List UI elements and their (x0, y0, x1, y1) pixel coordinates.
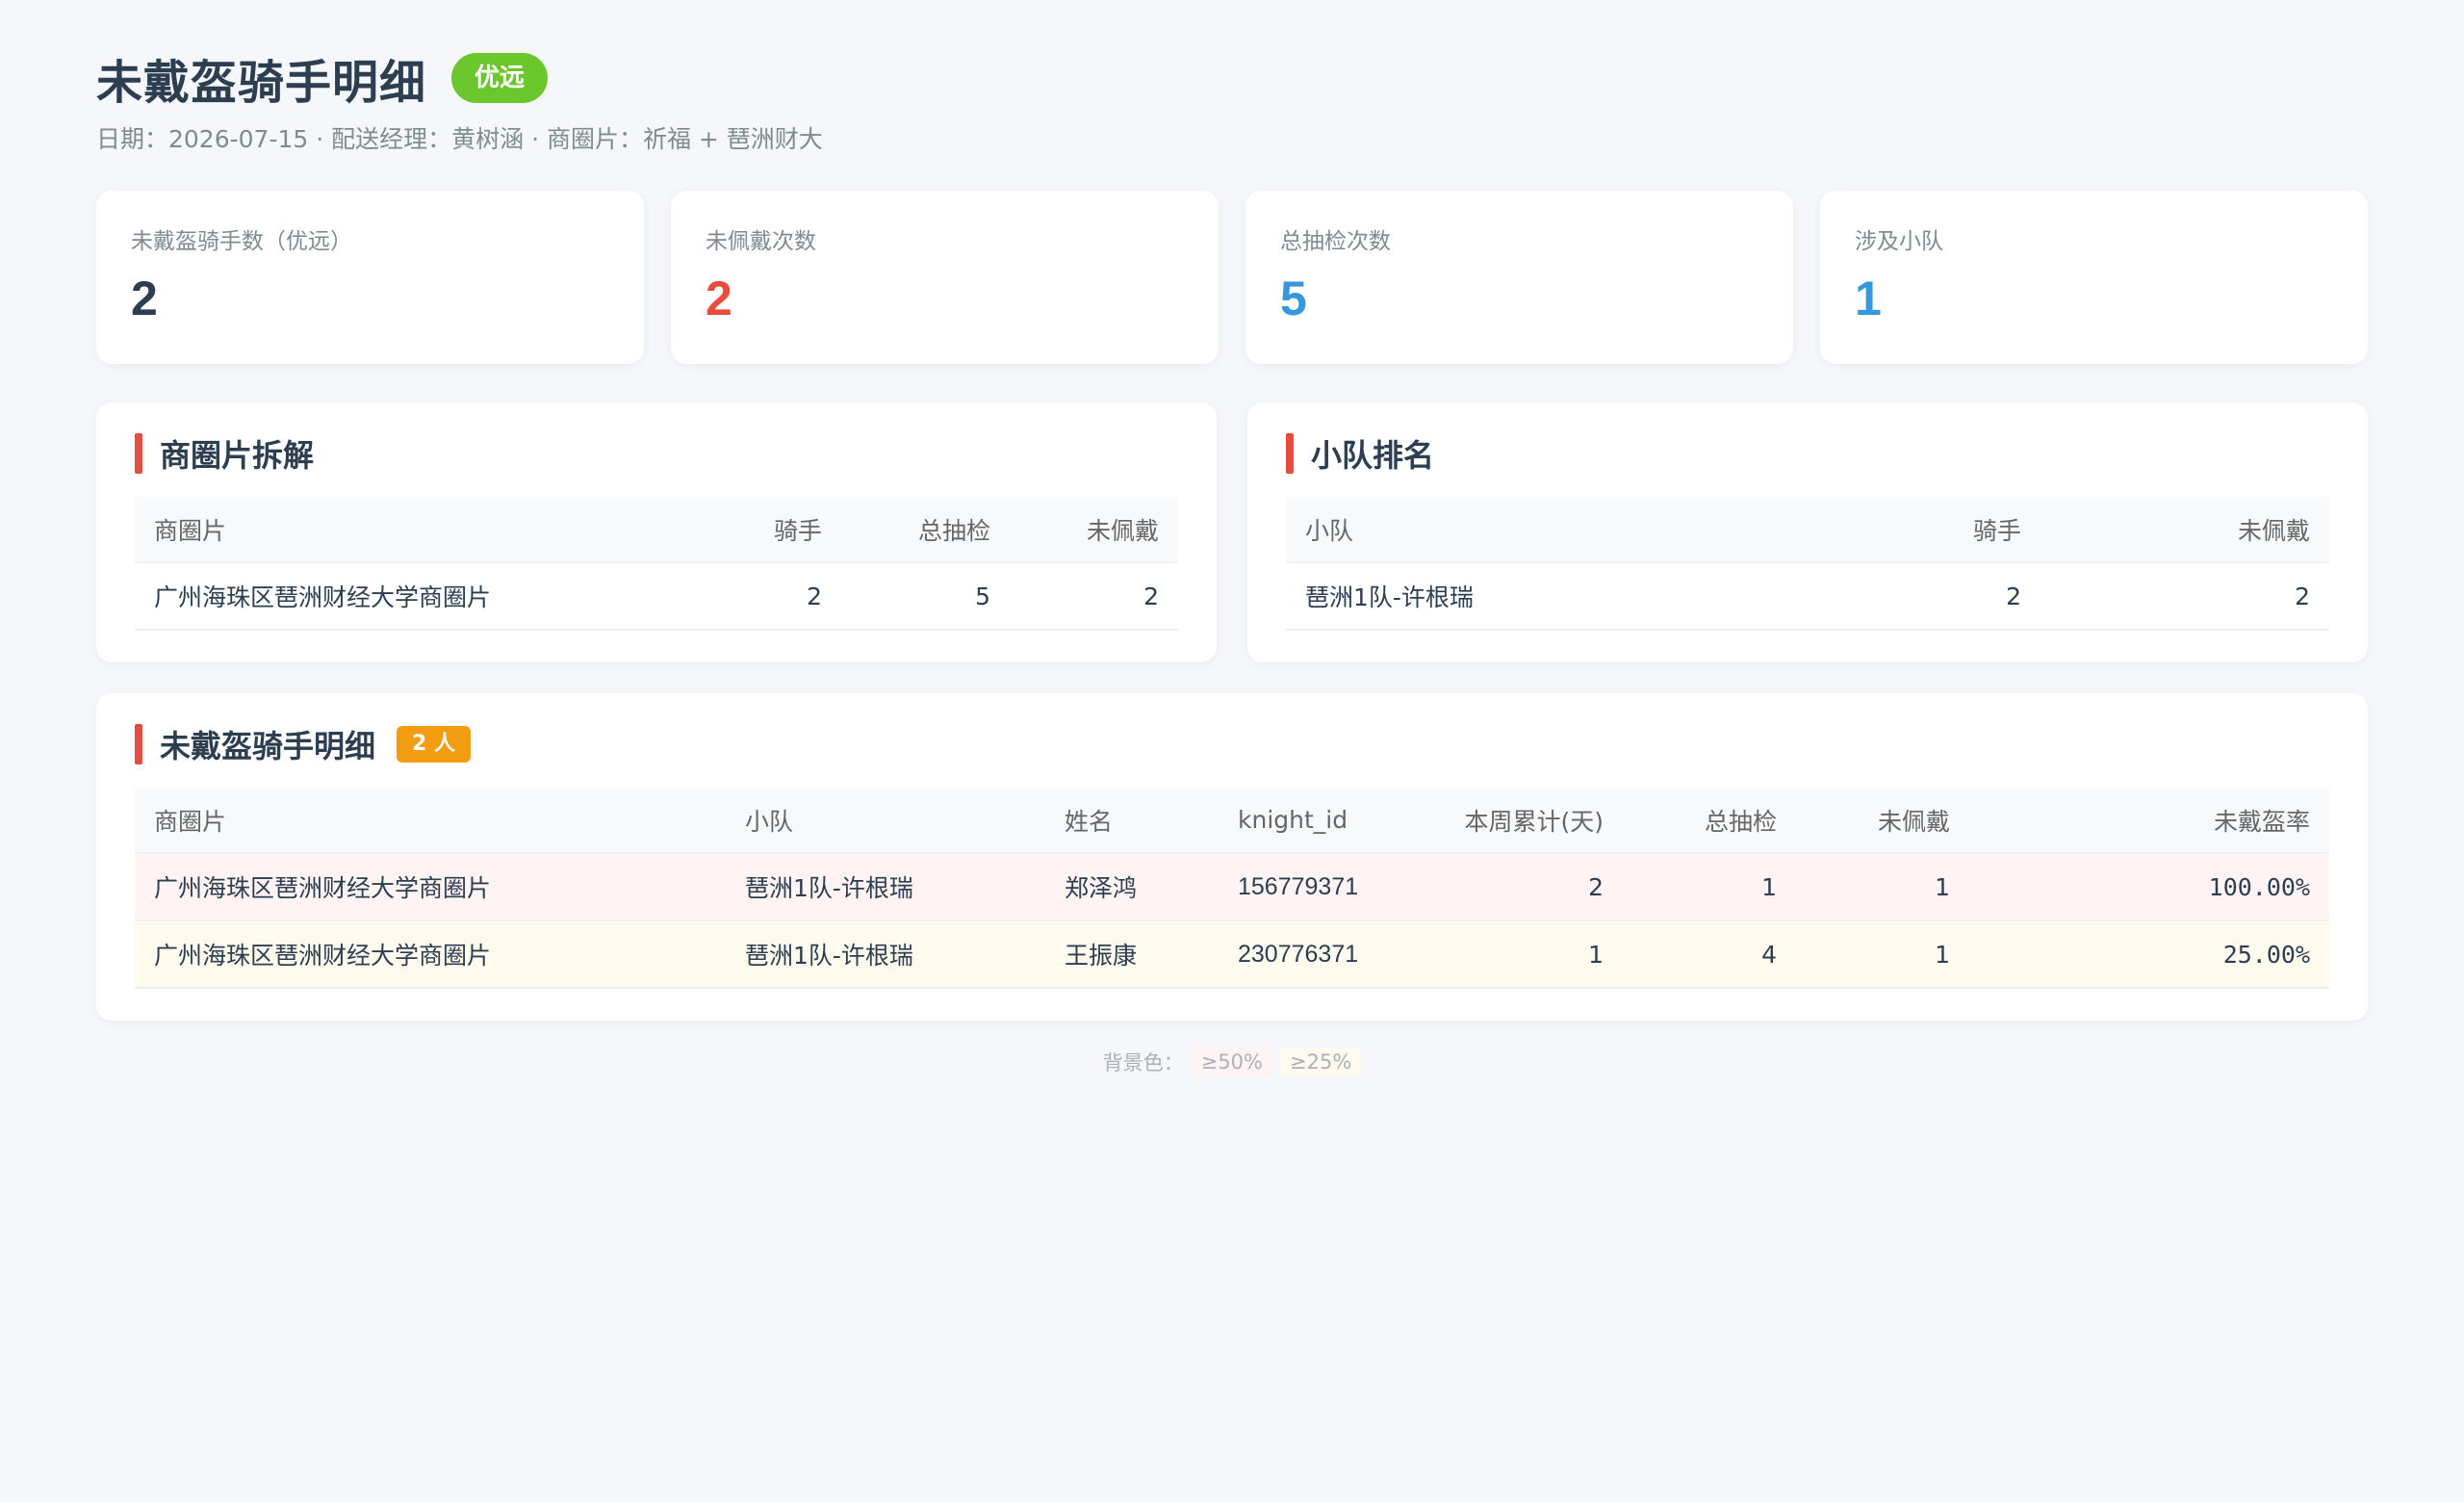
stat-card-inspections: 总抽检次数 5 (1245, 191, 1793, 364)
table-row: 琶洲1队-许根瑞 2 2 (1286, 562, 2329, 631)
column-header: 未佩戴 (1796, 788, 1969, 854)
cell-name: 王振康 (1045, 920, 1219, 989)
district-table: 商圈片 骑手 总抽检 未佩戴 广州海珠区琶洲财经大学商圈片 2 5 2 (135, 497, 1178, 631)
panel-title: 商圈片拆解 (160, 437, 315, 474)
cell-inspections: 1 (1623, 853, 1796, 921)
cell-knight-id: 156779371 (1219, 853, 1430, 921)
district-panel: 商圈片拆解 商圈片 骑手 总抽检 未佩戴 广州海珠区琶洲财经大学商圈片 2 5 (96, 402, 1217, 662)
company-badge: 优远 (451, 53, 549, 103)
column-header: knight_id (1219, 788, 1430, 854)
cell-violations: 1 (1796, 920, 1969, 989)
cell-district: 广州海珠区琶洲财经大学商圈片 (135, 562, 706, 631)
cell-violations: 1 (1796, 853, 1969, 921)
stat-card-riders: 未戴盔骑手数（优远） 2 (96, 191, 644, 364)
cell-week-days: 1 (1430, 920, 1623, 989)
column-header: 未戴盔率 (1969, 788, 2329, 854)
cell-inspections: 4 (1623, 920, 1796, 989)
detail-panel: 未戴盔骑手明细 2 人 商圈片 小队 姓名 knight_id 本周累计(天) … (96, 693, 2368, 1021)
stat-value: 2 (131, 272, 158, 325)
column-header: 骑手 (706, 497, 841, 563)
cell-rate: 25.00% (1969, 920, 2329, 989)
cell-riders: 2 (1848, 562, 2040, 631)
accent-bar (135, 433, 142, 474)
legend-chip-mid: ≥25% (1280, 1049, 1362, 1075)
team-table: 小队 骑手 未佩戴 琶洲1队-许根瑞 2 2 (1286, 497, 2329, 631)
cell-team: 琶洲1队-许根瑞 (726, 920, 1045, 989)
page: 未戴盔骑手明细 优远 日期：2026-07-15 · 配送经理：黄树涵 · 商圈… (0, 0, 2464, 1502)
stat-card-violations: 未佩戴次数 2 (671, 191, 1219, 364)
stat-value: 1 (1855, 272, 1882, 325)
cell-team: 琶洲1队-许根瑞 (1286, 562, 1848, 631)
cell-district: 广州海珠区琶洲财经大学商圈片 (135, 853, 726, 921)
count-badge: 2 人 (397, 726, 471, 763)
column-header: 本周累计(天) (1430, 788, 1623, 854)
column-header: 小队 (1286, 497, 1848, 563)
column-header: 骑手 (1848, 497, 2040, 563)
column-header: 总抽检 (841, 497, 1010, 563)
stat-label: 总抽检次数 (1280, 229, 1391, 254)
stats-row: 未戴盔骑手数（优远） 2 未佩戴次数 2 总抽检次数 5 涉及小队 1 (96, 191, 2368, 364)
legend-chip-high: ≥50% (1191, 1049, 1272, 1075)
cell-violations: 2 (2040, 562, 2329, 631)
stat-label: 未戴盔骑手数（优远） (131, 229, 352, 254)
column-header: 未佩戴 (2040, 497, 2329, 563)
cell-week-days: 2 (1430, 853, 1623, 921)
cell-riders: 2 (706, 562, 841, 631)
page-subtitle: 日期：2026-07-15 · 配送经理：黄树涵 · 商圈片：祈福 + 琶洲财大 (96, 125, 823, 153)
column-header: 姓名 (1045, 788, 1219, 854)
summary-row: 商圈片拆解 商圈片 骑手 总抽检 未佩戴 广州海珠区琶洲财经大学商圈片 2 5 (96, 402, 2368, 662)
color-legend: 背景色： ≥50% ≥25% (96, 1048, 2368, 1076)
stat-card-teams: 涉及小队 1 (1820, 191, 2368, 364)
cell-inspections: 5 (841, 562, 1010, 631)
table-row: 广州海珠区琶洲财经大学商圈片 琶洲1队-许根瑞 郑泽鸿 156779371 2 … (135, 853, 2329, 921)
panel-title: 小队排名 (1311, 437, 1435, 474)
page-header: 未戴盔骑手明细 优远 (96, 48, 2368, 110)
cell-knight-id: 230776371 (1219, 920, 1430, 989)
column-header: 小队 (726, 788, 1045, 854)
panel-title: 未戴盔骑手明细 (160, 728, 376, 764)
column-header: 总抽检 (1623, 788, 1796, 854)
accent-bar (135, 724, 142, 764)
cell-name: 郑泽鸿 (1045, 853, 1219, 921)
stat-value: 2 (706, 272, 732, 325)
cell-violations: 2 (1010, 562, 1178, 631)
detail-table: 商圈片 小队 姓名 knight_id 本周累计(天) 总抽检 未佩戴 未戴盔率… (135, 788, 2329, 989)
stat-label: 涉及小队 (1855, 229, 1943, 254)
stat-label: 未佩戴次数 (706, 229, 816, 254)
table-row: 广州海珠区琶洲财经大学商圈片 2 5 2 (135, 562, 1178, 631)
table-header-row: 商圈片 小队 姓名 knight_id 本周累计(天) 总抽检 未佩戴 未戴盔率 (135, 788, 2329, 854)
column-header: 商圈片 (135, 788, 726, 854)
cell-rate: 100.00% (1969, 853, 2329, 921)
accent-bar (1286, 433, 1294, 474)
page-title: 未戴盔骑手明细 (96, 56, 427, 110)
column-header: 商圈片 (135, 497, 706, 563)
table-row: 广州海珠区琶洲财经大学商圈片 琶洲1队-许根瑞 王振康 230776371 1 … (135, 920, 2329, 989)
team-panel: 小队排名 小队 骑手 未佩戴 琶洲1队-许根瑞 2 2 (1247, 402, 2368, 662)
cell-team: 琶洲1队-许根瑞 (726, 853, 1045, 921)
table-header-row: 小队 骑手 未佩戴 (1286, 497, 2329, 563)
table-header-row: 商圈片 骑手 总抽检 未佩戴 (135, 497, 1178, 563)
column-header: 未佩戴 (1010, 497, 1178, 563)
legend-label: 背景色： (1102, 1051, 1184, 1075)
stat-value: 5 (1280, 272, 1307, 325)
cell-district: 广州海珠区琶洲财经大学商圈片 (135, 920, 726, 989)
